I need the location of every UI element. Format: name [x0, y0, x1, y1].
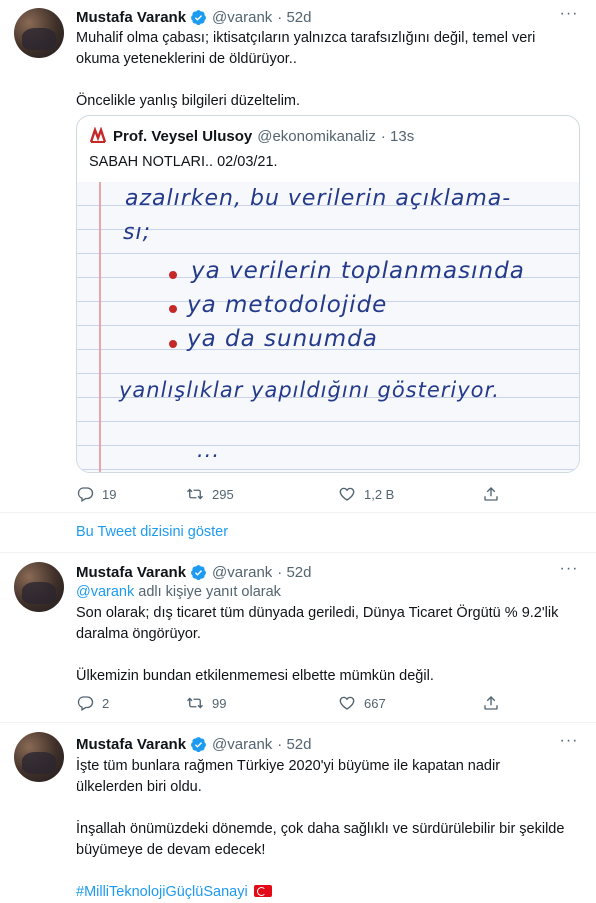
handwriting-line: azalırken, bu verilerin açıklama- [125, 186, 512, 211]
tweet-text-line: Son olarak; dış ticaret tüm dünyada geri… [76, 605, 559, 621]
tweet-time[interactable]: · 52d [277, 9, 311, 26]
avatar[interactable] [14, 8, 64, 58]
tweet-header: Mustafa Varank @varank · 52d [76, 561, 312, 583]
avatar[interactable] [14, 562, 64, 612]
reply-button[interactable]: 19 [76, 485, 116, 503]
hashtag-line: #MilliTeknolojiGüçlüSanayi [76, 882, 576, 903]
tweet-text-line: Öncelikle yanlış bilgileri düzeltelim. [76, 93, 301, 109]
quoted-tweet-header: Prof. Veysel Ulusoy @ekonomikanaliz · 13… [89, 127, 414, 145]
like-button[interactable]: 667 [338, 694, 386, 712]
share-button[interactable] [482, 694, 508, 712]
tweet-actions: 2 99 667 [76, 693, 506, 713]
tweet-text-line: Ülkemizin bundan etkilenmemesi elbette m… [76, 668, 434, 684]
like-count: 667 [364, 695, 386, 711]
handwriting-line: ya verilerin toplanmasında [191, 258, 525, 284]
reply-button[interactable]: 2 [76, 694, 109, 712]
tweet-time[interactable]: · 52d [277, 564, 311, 581]
tweet-text-line: büyümeye de devam edecek! [76, 842, 266, 858]
handwriting-line: ya metodolojide [187, 292, 388, 318]
turkey-flag-icon [253, 885, 272, 897]
tweet-actions: 19 295 1,2 B [76, 484, 506, 504]
quoted-tweet-text: SABAH NOTLARI.. 02/03/21. [89, 154, 278, 170]
avatar[interactable] [14, 732, 64, 782]
verified-badge-icon [191, 736, 206, 752]
quoted-tweet-time: · 13s [380, 127, 415, 145]
bullet-dot [169, 305, 177, 313]
handwriting-line: yanlışlıklar yapıldığını gösteriyor. [119, 378, 500, 402]
like-count: 1,2 B [364, 486, 395, 502]
paper-margin-line [99, 182, 101, 472]
verified-badge-icon [191, 9, 206, 25]
tweet-text-line: okuma yeteneklerini de öldürüyor.. [76, 51, 297, 67]
author-handle[interactable]: @varank [212, 736, 272, 753]
reply-icon [77, 696, 94, 711]
reply-context-text: adlı kişiye yanıt olarak [134, 584, 281, 600]
author-handle[interactable]: @varank [212, 564, 272, 581]
tweet-text-line: İnşallah önümüzdeki dönemde, çok daha sa… [76, 821, 565, 837]
tweet-text: @varank adlı kişiye yanıt olarak Son ola… [76, 582, 576, 687]
retweet-icon [187, 697, 203, 709]
retweet-count: 99 [212, 695, 227, 711]
more-icon[interactable]: ··· [558, 733, 580, 755]
author-name[interactable]: Mustafa Varank [76, 736, 186, 753]
retweet-button[interactable]: 295 [186, 485, 234, 503]
handwritten-note-image[interactable]: azalırken, bu verilerin açıklama- sı; ya… [77, 182, 579, 472]
author-handle[interactable]: @varank [212, 9, 272, 26]
like-icon [339, 696, 355, 710]
tweet-text-line: İşte tüm bunlara rağmen Türkiye 2020'yi … [76, 758, 501, 774]
tweet-3[interactable]: Mustafa Varank @varank · 52d ··· İşte tü… [0, 723, 596, 900]
hashtag-link[interactable]: #MilliTeknolojiGüçlüSanayi [76, 884, 248, 900]
divider [0, 512, 596, 513]
like-button[interactable]: 1,2 B [338, 485, 394, 503]
share-icon [484, 696, 498, 710]
bullet-dot [169, 271, 177, 279]
handwriting-line: ya da sunumda [187, 326, 378, 352]
quoted-author-handle[interactable]: @ekonomikanaliz [257, 128, 376, 145]
reply-to-handle[interactable]: @varank [76, 584, 134, 600]
quoted-tweet[interactable]: Prof. Veysel Ulusoy @ekonomikanaliz · 13… [76, 115, 580, 473]
like-icon [339, 487, 355, 501]
tweet-header: Mustafa Varank @varank · 52d [76, 6, 312, 28]
tweet-1[interactable]: Mustafa Varank @varank · 52d ··· Muhalif… [0, 0, 596, 512]
handwriting-line: sı; [123, 220, 151, 245]
tweet-text-line: daralma öngörüyor. [76, 626, 201, 642]
author-name[interactable]: Mustafa Varank [76, 564, 186, 581]
author-name[interactable]: Mustafa Varank [76, 9, 186, 26]
retweet-count: 295 [212, 486, 234, 502]
more-icon[interactable]: ··· [558, 6, 580, 28]
reply-count: 19 [102, 486, 117, 502]
tweet-text-line: ülkelerden biri oldu. [76, 779, 202, 795]
retweet-button[interactable]: 99 [186, 694, 226, 712]
tweet-time[interactable]: · 52d [277, 736, 311, 753]
quoted-author-name[interactable]: Prof. Veysel Ulusoy [113, 128, 252, 145]
reply-context: @varank adlı kişiye yanıt olarak [76, 582, 576, 603]
retweet-icon [187, 488, 203, 500]
reply-icon [77, 487, 94, 502]
tweet-text: Muhalif olma çabası; iktisatçıların yaln… [76, 28, 576, 112]
ekonomikanaliz-logo [89, 127, 107, 145]
tweet-text: İşte tüm bunlara rağmen Türkiye 2020'yi … [76, 756, 576, 903]
tweet-header: Mustafa Varank @varank · 52d [76, 733, 312, 755]
bullet-dot [169, 340, 177, 348]
share-icon [484, 487, 498, 501]
reply-count: 2 [102, 695, 110, 711]
more-icon[interactable]: ··· [558, 561, 580, 583]
show-thread-link[interactable]: Bu Tweet dizisini göster [76, 524, 228, 540]
tweet-text-line: Muhalif olma çabası; iktisatçıların yaln… [76, 30, 536, 46]
verified-badge-icon [191, 564, 206, 580]
share-button[interactable] [482, 485, 508, 503]
handwriting-line: ... [197, 438, 221, 462]
tweet-2[interactable]: Mustafa Varank @varank · 52d ··· @varank… [0, 553, 596, 721]
